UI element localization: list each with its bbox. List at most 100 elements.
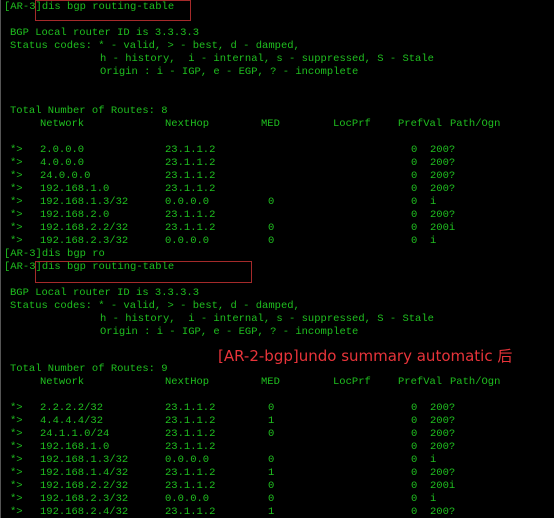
origin-codes-line: Origin : i - IGP, e - EGP, ? - incomplet… xyxy=(100,66,359,78)
network-cell: 192.168.2.2/32 xyxy=(40,222,129,234)
column-header-med: MED xyxy=(261,376,280,388)
med-cell: 1 xyxy=(268,467,275,479)
med-cell: 0 xyxy=(268,428,275,440)
prefval-cell: 0 xyxy=(411,402,418,414)
path-cell: 200? xyxy=(430,157,456,169)
nexthop-cell: 23.1.1.2 xyxy=(165,480,216,492)
window-left-border xyxy=(0,0,1,518)
med-cell: 0 xyxy=(268,196,275,208)
prefval-cell: 0 xyxy=(411,183,418,195)
path-cell: i xyxy=(430,493,437,505)
nexthop-cell: 23.1.1.2 xyxy=(165,183,216,195)
status-cell: *> xyxy=(10,480,23,492)
med-cell: 0 xyxy=(268,493,275,505)
column-header-network: Network xyxy=(40,118,85,130)
prefval-cell: 0 xyxy=(411,196,418,208)
network-cell: 4.0.0.0 xyxy=(40,157,85,169)
nexthop-cell: 23.1.1.2 xyxy=(165,428,216,440)
path-cell: 200? xyxy=(430,428,456,440)
path-cell: 200? xyxy=(430,170,456,182)
nexthop-cell: 0.0.0.0 xyxy=(165,454,210,466)
prefval-cell: 0 xyxy=(411,170,418,182)
network-cell: 192.168.1.0 xyxy=(40,183,110,195)
nexthop-cell: 23.1.1.2 xyxy=(165,170,216,182)
status-cell: *> xyxy=(10,144,23,156)
column-header-med: MED xyxy=(261,118,280,130)
network-cell: 24.0.0.0 xyxy=(40,170,91,182)
status-cell: *> xyxy=(10,454,23,466)
med-cell: 0 xyxy=(268,222,275,234)
command-highlight-box xyxy=(35,0,191,21)
network-cell: 192.168.2.2/32 xyxy=(40,480,129,492)
prompt: [AR-3] xyxy=(4,248,42,260)
prefval-cell: 0 xyxy=(411,454,418,466)
column-header-path-ogn: Path/Ogn xyxy=(450,118,501,130)
path-cell: 200? xyxy=(430,467,456,479)
network-cell: 192.168.1.4/32 xyxy=(40,467,129,479)
nexthop-cell: 23.1.1.2 xyxy=(165,402,216,414)
network-cell: 192.168.1.3/32 xyxy=(40,196,129,208)
network-cell: 192.168.2.3/32 xyxy=(40,235,129,247)
status-cell: *> xyxy=(10,402,23,414)
status-cell: *> xyxy=(10,183,23,195)
status-codes-line: Status codes: * - valid, > - best, d - d… xyxy=(10,300,300,312)
nexthop-cell: 23.1.1.2 xyxy=(165,157,216,169)
prefval-cell: 0 xyxy=(411,480,418,492)
nexthop-cell: 23.1.1.2 xyxy=(165,144,216,156)
med-cell: 0 xyxy=(268,402,275,414)
nexthop-cell: 23.1.1.2 xyxy=(165,467,216,479)
path-cell: i xyxy=(430,196,437,208)
path-cell: 200? xyxy=(430,441,456,453)
total-routes-line: Total Number of Routes: 9 xyxy=(10,363,168,375)
status-codes-line: Status codes: * - valid, > - best, d - d… xyxy=(10,40,300,52)
column-header-prefval: PrefVal xyxy=(398,376,443,388)
origin-codes-line: Origin : i - IGP, e - EGP, ? - incomplet… xyxy=(100,326,359,338)
network-cell: 24.1.1.0/24 xyxy=(40,428,110,440)
nexthop-cell: 0.0.0.0 xyxy=(165,235,210,247)
prefval-cell: 0 xyxy=(411,222,418,234)
status-cell: *> xyxy=(10,467,23,479)
status-cell: *> xyxy=(10,493,23,505)
status-cell: *> xyxy=(10,157,23,169)
total-routes-line: Total Number of Routes: 8 xyxy=(10,105,168,117)
prefval-cell: 0 xyxy=(411,415,418,427)
status-cell: *> xyxy=(10,196,23,208)
column-header-nexthop: NextHop xyxy=(165,376,210,388)
prefval-cell: 0 xyxy=(411,235,418,247)
router-id-line: BGP Local router ID is 3.3.3.3 xyxy=(10,27,200,39)
command-text: dis bgp ro xyxy=(41,248,105,260)
network-cell: 4.4.4.4/32 xyxy=(40,415,104,427)
nexthop-cell: 23.1.1.2 xyxy=(165,222,216,234)
status-cell: *> xyxy=(10,170,23,182)
status-cell: *> xyxy=(10,428,23,440)
med-cell: 0 xyxy=(268,480,275,492)
status-cell: *> xyxy=(10,209,23,221)
nexthop-cell: 23.1.1.2 xyxy=(165,209,216,221)
prefval-cell: 0 xyxy=(411,209,418,221)
med-cell: 0 xyxy=(268,235,275,247)
path-cell: 200? xyxy=(430,144,456,156)
prefval-cell: 0 xyxy=(411,144,418,156)
annotation-note: [AR-2-bgp]undo summary automatic 后 xyxy=(218,347,513,365)
med-cell: 0 xyxy=(268,454,275,466)
status-cell: *> xyxy=(10,222,23,234)
router-id-line: BGP Local router ID is 3.3.3.3 xyxy=(10,287,200,299)
nexthop-cell: 23.1.1.2 xyxy=(165,441,216,453)
nexthop-cell: 23.1.1.2 xyxy=(165,415,216,427)
column-header-path-ogn: Path/Ogn xyxy=(450,376,501,388)
status-cell: *> xyxy=(10,235,23,247)
prefval-cell: 0 xyxy=(411,428,418,440)
column-header-locprf: LocPrf xyxy=(333,118,371,130)
nexthop-cell: 0.0.0.0 xyxy=(165,493,210,505)
prefval-cell: 0 xyxy=(411,441,418,453)
prefval-cell: 0 xyxy=(411,157,418,169)
path-cell: 200? xyxy=(430,402,456,414)
column-header-locprf: LocPrf xyxy=(333,376,371,388)
column-header-network: Network xyxy=(40,376,85,388)
network-cell: 2.2.2.2/32 xyxy=(40,402,104,414)
status-codes-line-2: h - history, i - internal, s - suppresse… xyxy=(100,313,434,325)
network-cell: 192.168.1.3/32 xyxy=(40,454,129,466)
path-cell: 200? xyxy=(430,415,456,427)
nexthop-cell: 0.0.0.0 xyxy=(165,196,210,208)
column-header-prefval: PrefVal xyxy=(398,118,443,130)
